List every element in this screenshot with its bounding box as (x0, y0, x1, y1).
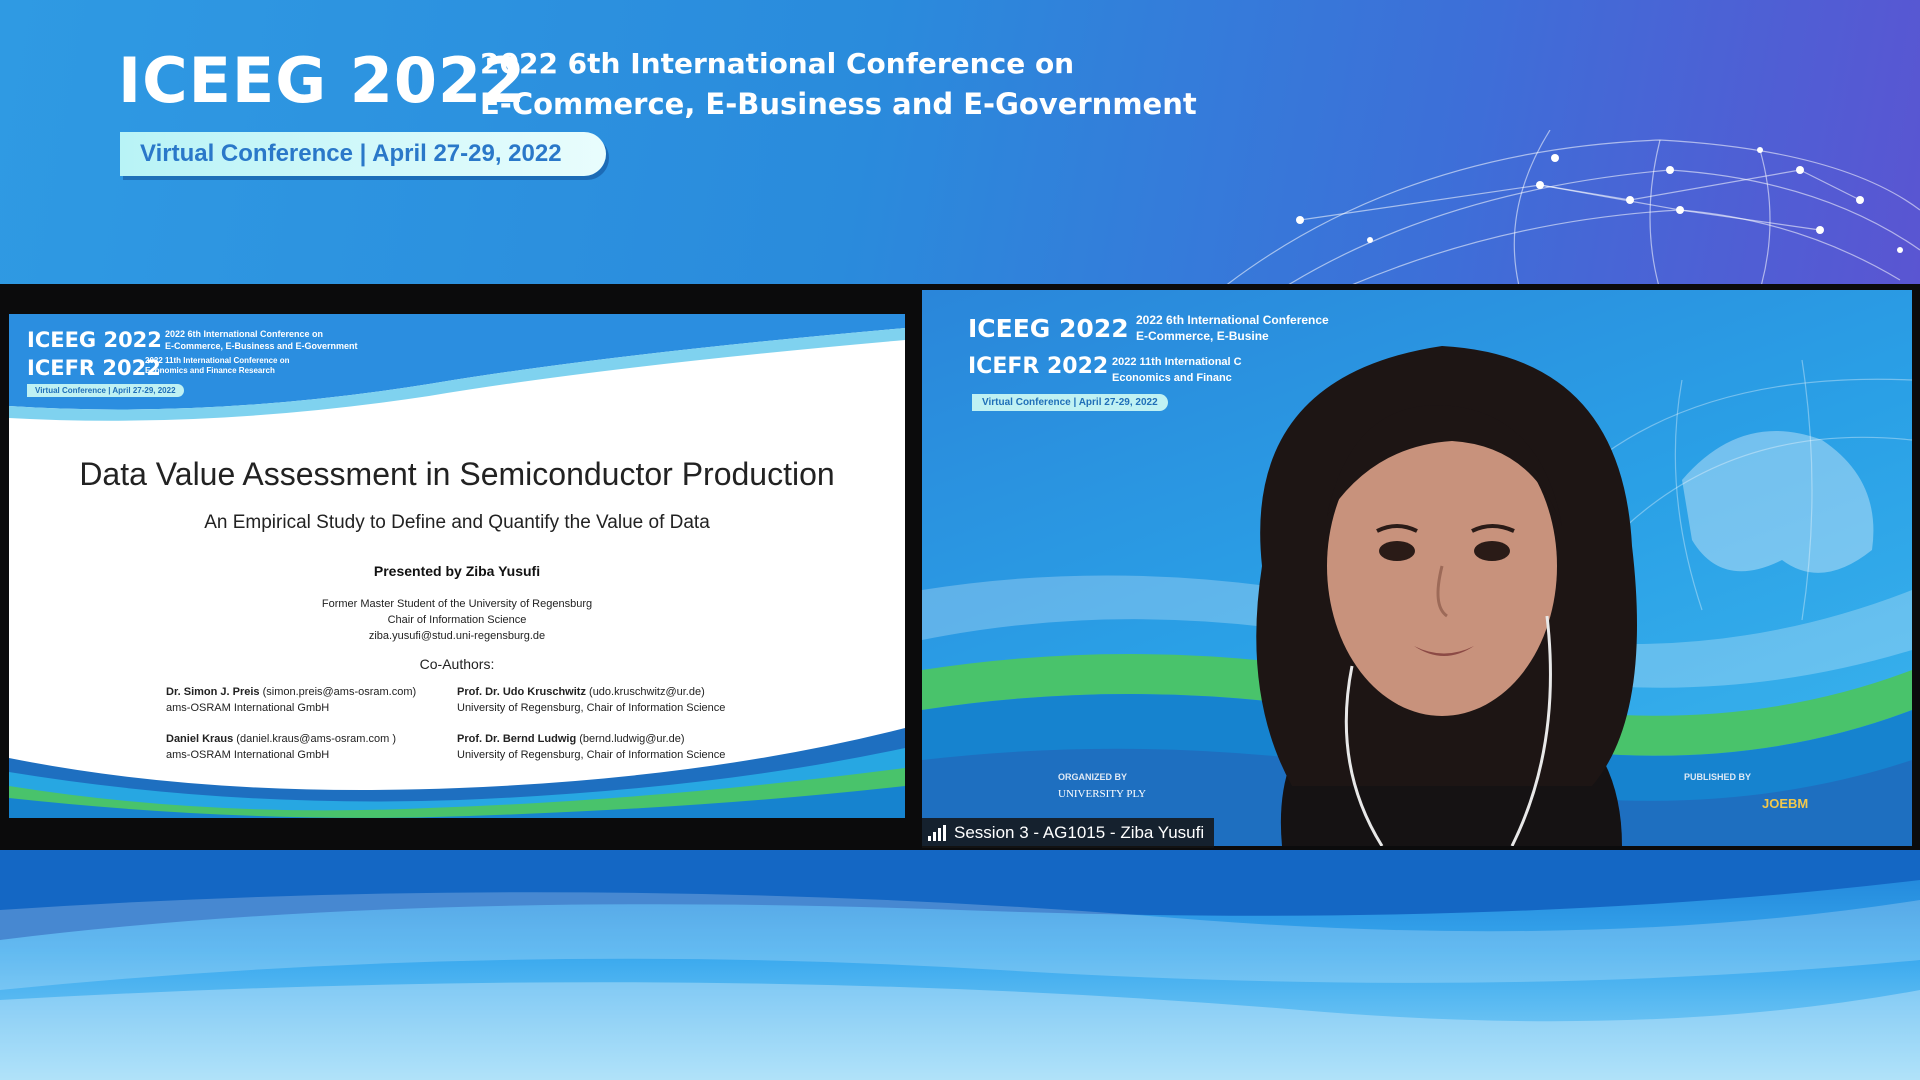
banner-subtitle-line2: E-Commerce, E-Business and E-Government (480, 87, 1197, 121)
organized-by-label: ORGANIZED BY (1058, 772, 1128, 782)
coauthor-entry: Dr. Simon J. Preis (simon.preis@ams-osra… (166, 684, 416, 716)
speaker-video[interactable]: ICEEG 2022 2022 6th International Confer… (922, 290, 1912, 846)
video-logo-icefr: ICEFR 2022 (968, 354, 1109, 379)
participant-name: Session 3 - AG1015 - Ziba Yusufi (954, 823, 1205, 842)
slide-logo-icefr: ICEFR 2022 (27, 356, 161, 380)
video-date-pill: Virtual Conference | April 27-29, 2022 (972, 394, 1168, 411)
affiliation-line: ziba.yusufi@stud.uni-regensburg.de (368, 630, 546, 642)
banner-subtitle-line1: 2022 6th International Conference on (480, 47, 1075, 80)
slide-date-pill: Virtual Conference | April 27-29, 2022 (27, 384, 184, 397)
affiliation-line: Chair of Information Science (387, 614, 527, 626)
slide-affiliation: Former Master Student of the University … (9, 596, 905, 644)
coauthor-org: University of Regensburg, Chair of Infor… (457, 702, 726, 714)
publisher-logo: JOEBM (1762, 796, 1809, 811)
slide-logo-icefr-sub-line: 2022 11th International Conference on (145, 356, 290, 365)
slide-title: Data Value Assessment in Semiconductor P… (79, 456, 835, 492)
coauthor-entry: Prof. Dr. Udo Kruschwitz (udo.kruschwitz… (457, 684, 725, 716)
coauthor-email: (simon.preis@ams-osram.com) (259, 686, 417, 698)
shared-slide[interactable]: ICEEG 2022 2022 6th International Confer… (9, 314, 905, 818)
participant-caption: Session 3 - AG1015 - Ziba Yusufi (922, 818, 1215, 848)
slide-logo-iceeg-sub-line: 2022 6th International Conference on (165, 329, 324, 339)
speaker-person (1256, 346, 1637, 846)
banner-title: ICEEG 2022 (118, 44, 527, 117)
organizer-logo: UNIVERSITY PLY (1058, 788, 1147, 800)
bottom-wave-graphic (0, 850, 1920, 1080)
globe-network-graphic (1226, 130, 1920, 284)
video-logo-iceeg: ICEEG 2022 (968, 314, 1129, 343)
slide-coauthors-label: Co-Authors: (419, 656, 495, 672)
coauthor-name: Dr. Simon J. Preis (166, 686, 260, 698)
affiliation-line: Former Master Student of the University … (321, 598, 593, 610)
slide-logo-icefr-sub-line: Economics and Finance Research (145, 366, 275, 375)
slide-subtitle: An Empirical Study to Define and Quantif… (204, 512, 710, 533)
bottom-background (0, 850, 1920, 1080)
banner-subtitle: 2022 6th International Conference on E-C… (480, 44, 1197, 124)
slide-footer-wave (9, 728, 905, 818)
slide-logo-iceeg-sub: 2022 6th International Conference on E-C… (165, 328, 358, 352)
coauthor-name: Prof. Dr. Udo Kruschwitz (457, 686, 586, 698)
banner-date-pill: Virtual Conference | April 27-29, 2022 (120, 132, 606, 176)
coauthor-org: ams-OSRAM International GmbH (166, 702, 330, 714)
slide-logo-icefr-sub: 2022 11th International Conference on Ec… (145, 356, 289, 376)
slide-logo-iceeg-sub-line: E-Commerce, E-Business and E-Government (165, 341, 358, 351)
slide-logo-iceeg: ICEEG 2022 (27, 328, 162, 352)
conference-banner: ICEEG 2022 2022 6th International Confer… (0, 0, 1920, 284)
coauthor-email: (udo.kruschwitz@ur.de) (585, 686, 705, 698)
signal-strength-icon (928, 825, 946, 841)
slide-presenter: Presented by Ziba Yusufi (373, 563, 541, 579)
